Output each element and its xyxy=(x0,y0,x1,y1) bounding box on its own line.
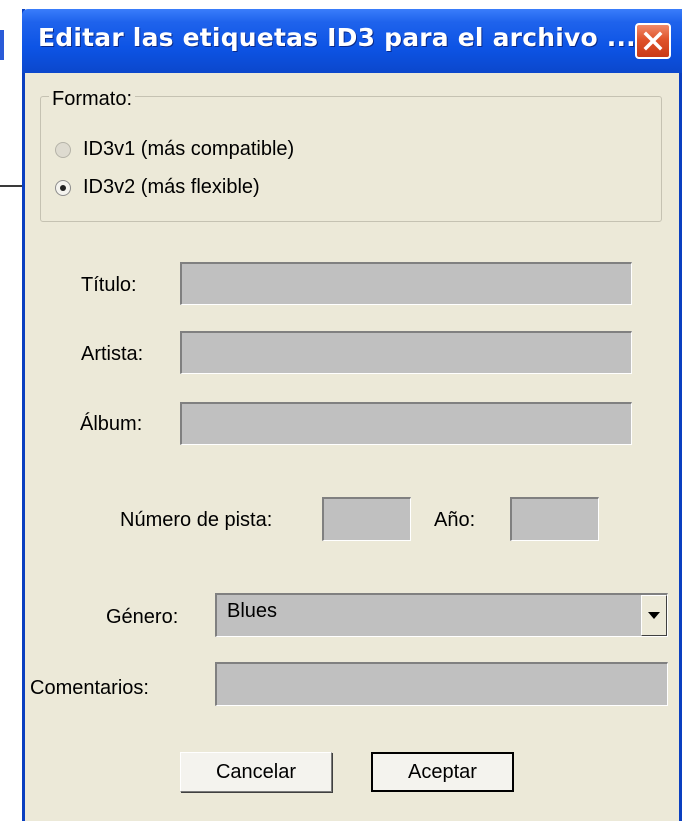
cancel-button[interactable]: Cancelar xyxy=(180,752,332,792)
album-label: Álbum: xyxy=(80,413,143,435)
format-legend: Formato: xyxy=(49,88,136,111)
close-icon xyxy=(643,31,663,51)
title-input[interactable] xyxy=(180,262,632,305)
title-bar[interactable]: Editar las etiquetas ID3 para el archivo… xyxy=(22,9,682,73)
background-window-accent xyxy=(0,30,4,60)
radio-id3v1-button[interactable] xyxy=(55,141,71,158)
year-input[interactable] xyxy=(510,497,599,541)
close-button[interactable] xyxy=(635,23,671,59)
radio-id3v1[interactable]: ID3v1 (más compatible) xyxy=(55,138,294,161)
radio-id3v2[interactable]: ID3v2 (más flexible) xyxy=(55,176,260,199)
id3-edit-dialog: Editar las etiquetas ID3 para el archivo… xyxy=(22,9,682,821)
comments-input[interactable] xyxy=(215,662,668,706)
accept-button[interactable]: Aceptar xyxy=(371,752,514,792)
genre-dropdown-button[interactable] xyxy=(641,595,667,636)
window-title: Editar las etiquetas ID3 para el archivo… xyxy=(38,23,636,52)
genre-select[interactable]: Blues xyxy=(215,593,668,637)
comments-label: Comentarios: xyxy=(30,677,149,699)
artist-label: Artista: xyxy=(81,343,144,365)
track-number-input[interactable] xyxy=(322,497,411,541)
artist-input[interactable] xyxy=(180,331,632,374)
title-label: Título: xyxy=(81,274,137,296)
chevron-down-icon xyxy=(648,611,660,619)
genre-selected-value: Blues xyxy=(227,600,278,622)
background-window-line xyxy=(0,185,22,187)
background-window xyxy=(0,0,22,821)
radio-id3v2-label: ID3v2 (más flexible) xyxy=(83,176,260,198)
radio-id3v2-button[interactable] xyxy=(55,179,71,196)
year-label: Año: xyxy=(434,509,476,531)
track-number-label: Número de pista: xyxy=(120,509,273,531)
radio-id3v1-label: ID3v1 (más compatible) xyxy=(83,138,295,160)
album-input[interactable] xyxy=(180,402,632,445)
genre-label: Género: xyxy=(106,606,179,628)
